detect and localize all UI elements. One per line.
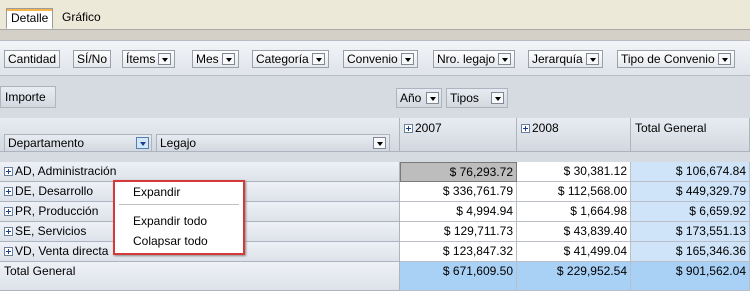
chevron-down-icon[interactable] xyxy=(400,53,414,65)
field-nro-legajo[interactable]: Nro. legajo xyxy=(433,50,516,68)
tab-detalle[interactable]: Detalle xyxy=(6,8,54,29)
chevron-down-icon[interactable] xyxy=(136,137,149,149)
field-items[interactable]: Ítems xyxy=(122,50,176,68)
tab-strip: Detalle Gráfico xyxy=(0,0,750,30)
data-cell-total[interactable]: $ 449,329.79 xyxy=(631,182,750,202)
grand-total-cell[interactable]: $ 901,562.04 xyxy=(631,262,750,291)
menu-item-colapsar-todo[interactable]: Colapsar todo xyxy=(115,232,208,250)
expand-icon[interactable] xyxy=(4,207,13,216)
tab-grafico[interactable]: Gráfico xyxy=(58,8,105,29)
row-field-departamento[interactable]: Departamento xyxy=(4,134,152,152)
expand-icon[interactable] xyxy=(4,187,13,196)
field-convenio[interactable]: Convenio xyxy=(343,50,418,68)
column-header-total-general: Total General xyxy=(631,118,750,152)
field-si-no[interactable]: SÍ/No xyxy=(73,50,112,68)
row-header-ad[interactable]: AD, Administración xyxy=(0,162,400,182)
column-header-2007[interactable]: 2007 xyxy=(400,118,517,152)
field-jerarquia[interactable]: Jerarquía xyxy=(528,50,603,68)
chevron-down-icon[interactable] xyxy=(717,53,731,65)
data-cell[interactable]: $ 43,839.40 xyxy=(517,222,631,242)
expand-icon[interactable] xyxy=(4,227,13,236)
data-cell[interactable]: $ 1,664.98 xyxy=(517,202,631,222)
expand-icon[interactable] xyxy=(4,247,13,256)
field-cantidad[interactable]: Cantidad xyxy=(4,50,61,68)
data-cell-total[interactable]: $ 165,346.36 xyxy=(631,242,750,262)
expand-icon[interactable] xyxy=(4,167,13,176)
data-cell-total[interactable]: $ 6,659.92 xyxy=(631,202,750,222)
menu-item-expandir[interactable]: Expandir xyxy=(115,183,180,201)
chevron-down-icon[interactable] xyxy=(585,53,599,65)
data-cell[interactable]: $ 123,847.32 xyxy=(400,242,517,262)
data-cell[interactable]: $ 30,381.12 xyxy=(517,162,631,182)
chevron-down-icon[interactable] xyxy=(311,53,325,65)
expand-icon[interactable] xyxy=(521,124,530,133)
data-cell[interactable]: $ 76,293.72 xyxy=(400,162,517,182)
data-cell[interactable]: $ 112,568.00 xyxy=(517,182,631,202)
data-cell[interactable]: $ 336,761.79 xyxy=(400,182,517,202)
menu-separator xyxy=(119,204,239,205)
grand-total-cell[interactable]: $ 671,609.50 xyxy=(400,262,517,291)
data-cell-total[interactable]: $ 173,551.13 xyxy=(631,222,750,242)
column-field-ano[interactable]: Año xyxy=(396,88,442,108)
data-cell[interactable]: $ 129,711.73 xyxy=(400,222,517,242)
field-mes[interactable]: Mes xyxy=(192,50,239,68)
context-menu: Expandir Expandir todo Colapsar todo xyxy=(113,180,245,255)
chevron-down-icon[interactable] xyxy=(498,53,512,65)
grand-total-cell[interactable]: $ 229,952.54 xyxy=(517,262,631,291)
field-categoria[interactable]: Categoría xyxy=(252,50,329,68)
chevron-down-icon[interactable] xyxy=(158,53,172,65)
column-header-2008[interactable]: 2008 xyxy=(517,118,631,152)
chevron-down-icon[interactable] xyxy=(373,137,386,149)
data-cell[interactable]: $ 4,994.94 xyxy=(400,202,517,222)
data-cell[interactable]: $ 41,499.04 xyxy=(517,242,631,262)
data-cell-total[interactable]: $ 106,674.84 xyxy=(631,162,750,182)
data-field-importe[interactable]: Importe xyxy=(0,86,56,108)
row-header-grand-total: Total General xyxy=(0,262,400,291)
filter-field-bar: Cantidad SÍ/No Ítems Mes Categoría Conve… xyxy=(0,40,750,76)
chevron-down-icon[interactable] xyxy=(426,92,439,104)
row-field-legajo[interactable]: Legajo xyxy=(156,134,390,152)
chevron-down-icon[interactable] xyxy=(221,53,235,65)
column-field-tipos[interactable]: Tipos xyxy=(446,88,508,108)
expand-icon[interactable] xyxy=(404,124,413,133)
menu-item-expandir-todo[interactable]: Expandir todo xyxy=(115,212,207,230)
field-tipo-de-convenio[interactable]: Tipo de Convenio xyxy=(617,50,735,68)
chevron-down-icon[interactable] xyxy=(491,92,504,104)
